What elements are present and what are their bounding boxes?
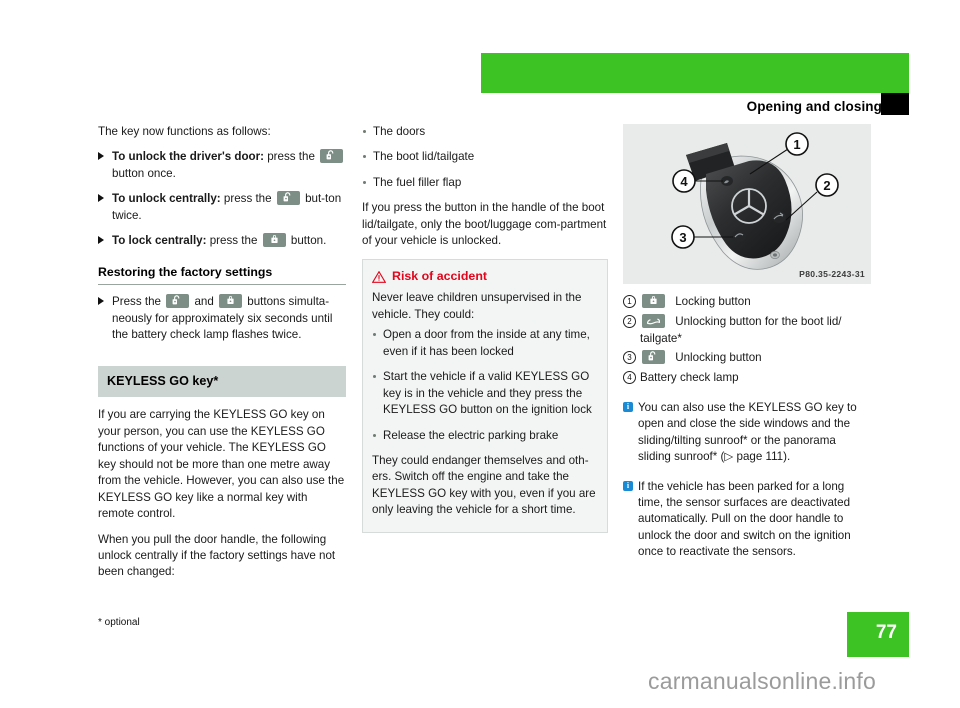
figure-caption: P80.35-2243-31 [799, 268, 865, 279]
boot-lid-icon [642, 313, 665, 328]
callout-number-4: 4 [623, 371, 636, 384]
restore-text-1: Press the [112, 295, 161, 309]
instruction-text-pre: press the [220, 192, 272, 206]
dot-bullet-icon [373, 433, 376, 437]
keyless-paragraph-2: When you pull the door handle, the follo… [98, 532, 336, 579]
triangle-bullet-icon [98, 297, 104, 306]
warning-heading: Risk of accident [372, 268, 598, 286]
legend-item-1: 1 Locking button [623, 294, 871, 311]
instruction-text-pre: press the [206, 234, 258, 248]
instruction-label: To lock centrally: [112, 234, 207, 248]
warning-list-label: Start the vehicle if a valid KEYLESS GO … [383, 370, 592, 417]
warning-list-label: Release the electric parking brake [383, 428, 559, 442]
info-note-text: You can also use the KEYLESS GO key to o… [638, 400, 857, 464]
list-item-label: The boot lid/tailgate [373, 150, 475, 164]
legend-item-4: 4 Battery check lamp [623, 370, 871, 387]
legend-label: Unlocking button [675, 351, 762, 365]
legend-icon-cell [640, 294, 672, 310]
triangle-bullet-icon [98, 236, 104, 245]
page-number-box: 77 [847, 612, 909, 657]
instruction-unlock-driver-door: To unlock the driver's door: press the b… [98, 149, 346, 182]
watermark: carmanualsonline.info [648, 668, 876, 694]
callout-number-2: 2 [623, 314, 636, 328]
callout-number-3: 3 [623, 351, 636, 365]
restore-section-heading: Restoring the factory settings [98, 264, 346, 286]
lock-icon[interactable] [219, 294, 243, 309]
info-icon: i [623, 480, 633, 491]
header-green-band [481, 53, 909, 93]
warning-list-item: Open a door from the inside at any time,… [372, 327, 598, 360]
right-column: 1 2 3 4 P80.35-2243-31 1 Locking button … [623, 124, 871, 561]
legend-item-3: 3 Unlocking button [623, 350, 871, 367]
restore-text-2: and [194, 295, 214, 309]
dot-bullet-icon [363, 155, 366, 159]
warning-box: Risk of accident Never leave children un… [362, 258, 608, 533]
info-note-text: If the vehicle has been parked for a lon… [638, 479, 851, 559]
unlock-icon [642, 350, 665, 365]
boot-lid-paragraph: If you press the button in the handle of… [362, 201, 607, 248]
warning-list-label: Open a door from the inside at any time,… [383, 328, 590, 358]
figure-legend: 1 Locking button 2 Unlocking button for … [623, 294, 871, 387]
warning-list-item: Release the electric parking brake [372, 428, 598, 444]
subsection-title: Opening and closing [746, 99, 882, 114]
keyless-go-key-bar: KEYLESS GO key* [98, 365, 346, 398]
instruction-lock-centrally: To lock centrally: press the button. [98, 233, 346, 249]
dot-bullet-icon [373, 333, 376, 337]
legend-label: Locking button [675, 295, 751, 308]
intro-paragraph: The key now functions as follows: [98, 125, 271, 138]
warning-list-item: Start the vehicle if a valid KEYLESS GO … [372, 369, 598, 418]
instruction-restore-factory: Press the and buttons simulta-neously fo… [98, 294, 346, 343]
legend-icon-cell [640, 313, 672, 330]
unlock-icon[interactable] [166, 294, 190, 309]
instruction-text-post: button. [290, 234, 327, 248]
legend-icon-cell [640, 350, 672, 366]
key-fob-figure: 1 2 3 4 P80.35-2243-31 [623, 124, 871, 284]
middle-column: The doors The boot lid/tailgate The fuel… [362, 124, 608, 533]
mercedes-key-fob-photo: 1 2 3 4 [623, 124, 871, 284]
keyless-paragraph-1: If you are carrying the KEYLESS GO key o… [98, 408, 345, 521]
unlock-icon[interactable] [276, 191, 300, 206]
svg-text:4: 4 [680, 174, 688, 189]
instruction-text-post: button once. [112, 166, 176, 180]
list-item-label: The fuel filler flap [373, 175, 462, 189]
legend-item-2: 2 Unlocking button for the boot lid/ tai… [623, 313, 871, 348]
instruction-text-pre: press the [264, 150, 315, 164]
instruction-label: To unlock the driver's door: [112, 150, 264, 164]
svg-text:2: 2 [823, 178, 830, 193]
dot-bullet-icon [373, 375, 376, 379]
svg-text:1: 1 [793, 137, 800, 152]
warning-outro: They could endanger themselves and oth-e… [372, 453, 596, 517]
info-note-1: i You can also use the KEYLESS GO key to… [623, 400, 871, 466]
instruction-unlock-centrally: To unlock centrally: press the but-ton t… [98, 191, 346, 224]
list-item: The boot lid/tailgate [362, 149, 608, 165]
list-item: The fuel filler flap [362, 175, 608, 191]
warning-triangle-icon [372, 270, 386, 283]
left-column: The key now functions as follows: To unl… [98, 124, 346, 590]
page-edge-marker [881, 93, 909, 115]
svg-text:3: 3 [679, 230, 686, 245]
lock-icon[interactable] [262, 233, 286, 248]
warning-intro: Never leave children unsupervised in the… [372, 291, 582, 321]
info-icon: i [623, 401, 633, 412]
list-item: The doors [362, 124, 608, 140]
legend-label: Battery check lamp [640, 371, 739, 384]
triangle-bullet-icon [98, 152, 104, 161]
lock-icon [642, 294, 665, 308]
callout-number-1: 1 [623, 295, 636, 308]
unlock-icon[interactable] [320, 149, 344, 164]
dot-bullet-icon [363, 180, 366, 184]
warning-title: Risk of accident [392, 268, 488, 283]
dot-bullet-icon [363, 130, 366, 133]
page-number: 77 [875, 622, 897, 643]
footnote-optional: * optional [98, 617, 140, 628]
list-item-label: The doors [373, 125, 426, 138]
instruction-label: To unlock centrally: [112, 192, 221, 206]
section-title: Controls [861, 9, 933, 28]
info-note-2: i If the vehicle has been parked for a l… [623, 479, 871, 561]
triangle-bullet-icon [98, 194, 104, 203]
